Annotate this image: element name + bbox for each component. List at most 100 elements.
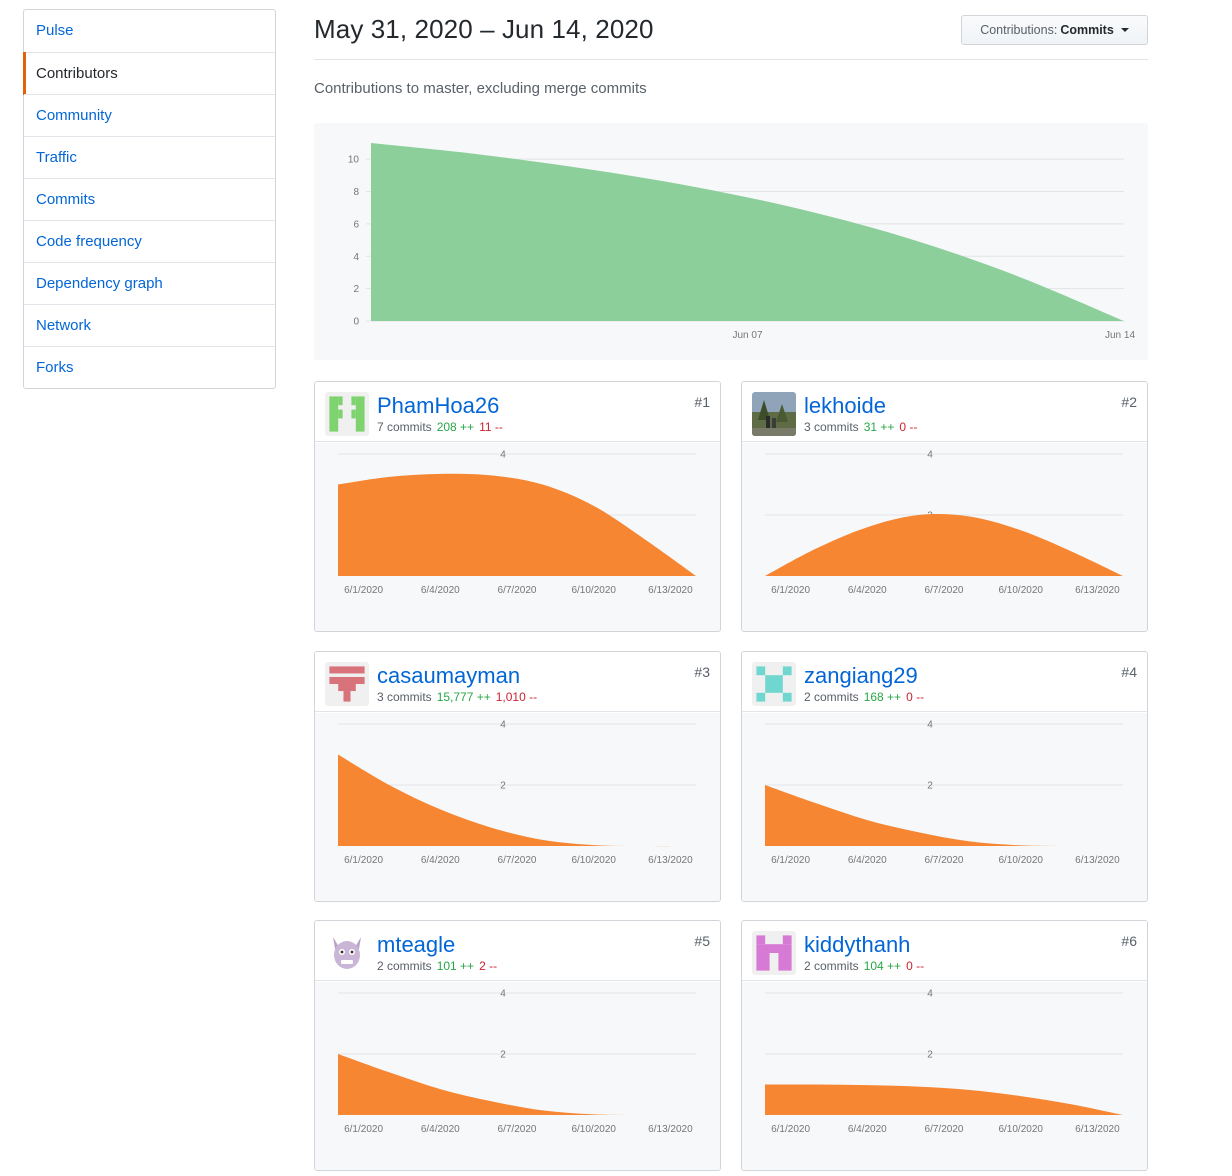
sidebar-item-code-frequency[interactable]: Code frequency [24,220,275,262]
x-tick-label: 6/13/2020 [1075,585,1120,596]
contributor-header: mteagle 2 commits 101 ++ 2 -- #5 [315,921,720,981]
contributor-chart[interactable]: 426/1/20206/4/20206/7/20206/10/20206/13/… [742,443,1147,631]
y-tick-label: 4 [500,720,506,731]
x-tick-label: 6/10/2020 [571,1124,616,1135]
x-tick-label: 6/13/2020 [1075,1124,1120,1135]
contributor-name-link[interactable]: zangiang29 [804,663,918,689]
contributor-chart[interactable]: 426/1/20206/4/20206/7/20206/10/20206/13/… [315,713,720,901]
additions-count: 168 ++ [863,690,902,704]
area-series [338,754,696,847]
commit-count: 2 commits [804,690,859,704]
x-tick-label: 6/4/2020 [421,1124,460,1135]
y-tick-label: 0 [353,317,359,328]
y-tick-label: 2 [500,1050,506,1061]
contributor-name-link[interactable]: PhamHoa26 [377,393,499,419]
contributor-chart-svg: 426/1/20206/4/20206/7/20206/10/20206/13/… [765,450,1123,596]
commit-count: 3 commits [377,690,432,704]
additions-count: 208 ++ [436,420,475,434]
y-tick-label: 4 [927,989,933,1000]
contributor-stats: 2 commits 168 ++ 0 -- [804,690,924,704]
sidebar-item-commits[interactable]: Commits [24,178,275,220]
deletions-count: 0 -- [906,959,925,973]
sidebar-item-community[interactable]: Community [24,94,275,136]
contributor-card: lekhoide 3 commits31 ++0 -- #2 426/1/202… [741,381,1148,632]
contributor-rank: #1 [694,394,710,410]
contributor-chart-svg: 426/1/20206/4/20206/7/20206/10/20206/13/… [338,450,696,596]
contributor-rank: #6 [1121,933,1137,949]
y-tick-label: 2 [927,1050,933,1061]
contributor-chart-svg: 426/1/20206/4/20206/7/20206/10/20206/13/… [765,989,1123,1135]
x-tick-label: 6/13/2020 [648,855,693,866]
repo-insights-sidebar: Pulse Contributors Community Traffic Com… [23,9,276,389]
identicon-teal-icon[interactable] [752,662,796,706]
commit-count: 2 commits [377,959,432,973]
contributor-stats: 2 commits 104 ++ 0 -- [804,959,924,973]
sidebar-item-forks[interactable]: Forks [24,346,275,388]
x-tick-label: 6/4/2020 [848,1124,887,1135]
deletions-count: 0 -- [899,420,918,434]
additions-count: 15,777 ++ [436,690,491,704]
sidebar-item-network[interactable]: Network [24,304,275,346]
y-tick-label: 4 [500,989,506,1000]
contributor-chart-svg: 426/1/20206/4/20206/7/20206/10/20206/13/… [338,989,696,1135]
contributor-name-link[interactable]: kiddythanh [804,932,910,958]
identicon-red-icon[interactable] [325,662,369,706]
contributor-rank: #5 [694,933,710,949]
contributor-rank: #2 [1121,394,1137,410]
contributor-header: lekhoide 3 commits 31 ++ 0 -- #2 [742,382,1147,442]
deletions-count: 2 -- [479,959,498,973]
contributor-chart[interactable]: 426/1/20206/4/20206/7/20206/10/20206/13/… [742,713,1147,901]
select-label: Contributions: [980,23,1058,37]
y-tick-label: 4 [500,450,506,461]
area-series [338,1054,696,1116]
y-tick-label: 2 [927,781,933,792]
y-tick-label: 4 [927,450,933,461]
y-tick-label: 10 [348,155,360,166]
deletions-count: 1,010 -- [495,690,538,704]
contributor-name-link[interactable]: mteagle [377,932,455,958]
contributor-chart[interactable]: 426/1/20206/4/20206/7/20206/10/20206/13/… [742,982,1147,1170]
sidebar-item-contributors[interactable]: Contributors [23,52,275,95]
contributions-type-select[interactable]: Contributions: Commits [961,15,1148,45]
identicon-green-icon[interactable] [325,392,369,436]
area-series [371,143,1124,321]
x-tick-label: 6/13/2020 [648,585,693,596]
contributor-chart[interactable]: 426/1/20206/4/20206/7/20206/10/20206/13/… [315,443,720,631]
contributor-header: kiddythanh 2 commits 104 ++ 0 -- #6 [742,921,1147,981]
x-tick-label: 6/4/2020 [421,585,460,596]
deletions-count: 11 -- [479,420,503,434]
caret-down-icon [1120,28,1129,32]
contributor-stats: 7 commits 208 ++ 11 -- [377,420,503,434]
contributor-card: zangiang29 2 commits 168 ++ 0 -- #4 4 2 6/1/… [741,651,1148,902]
contributor-card: casaumayman 3 commits 15,777 ++ 1,010 -- #… [314,651,721,902]
area-series [338,473,696,576]
overview-chart[interactable]: 0 2 4 6 8 10 Jun 07 Jun 14 [314,123,1148,360]
sidebar-item-dependency-graph[interactable]: Dependency graph [24,262,275,304]
contributor-stats: 3 commits 31 ++ 0 -- [804,420,917,434]
sidebar-item-pulse[interactable]: Pulse [24,10,275,52]
commit-count: 7 commits [377,420,432,434]
photo-avatar-icon[interactable] [752,392,796,436]
contributor-chart[interactable]: 426/1/20206/4/20206/7/20206/10/20206/13/… [315,982,720,1170]
contributor-chart-svg: 426/1/20206/4/20206/7/20206/10/20206/13/… [338,720,696,866]
contributor-chart-svg: 426/1/20206/4/20206/7/20206/10/20206/13/… [765,720,1123,866]
x-tick-label: 6/4/2020 [848,585,887,596]
additions-count: 101 ++ [436,959,475,973]
additions-count: 104 ++ [863,959,902,973]
contributor-name-link[interactable]: casaumayman [377,663,520,689]
contributor-rank: #4 [1121,664,1137,680]
contributor-name-link[interactable]: lekhoide [804,393,886,419]
deletions-count: 0 -- [906,690,925,704]
header-divider [314,59,1148,60]
monster-avatar-icon[interactable] [325,931,369,975]
x-tick-label: 6/13/2020 [1075,855,1120,866]
identicon-pink-icon[interactable] [752,931,796,975]
x-tick-label: 6/1/2020 [344,855,383,866]
area-series [765,514,1123,576]
x-tick-label: 6/13/2020 [648,1124,693,1135]
x-tick-label: 6/7/2020 [498,1124,537,1135]
sidebar-item-traffic[interactable]: Traffic [24,136,275,178]
x-tick-label: 6/1/2020 [344,585,383,596]
y-tick-label: 8 [353,187,359,198]
x-tick-label: 6/1/2020 [771,855,810,866]
